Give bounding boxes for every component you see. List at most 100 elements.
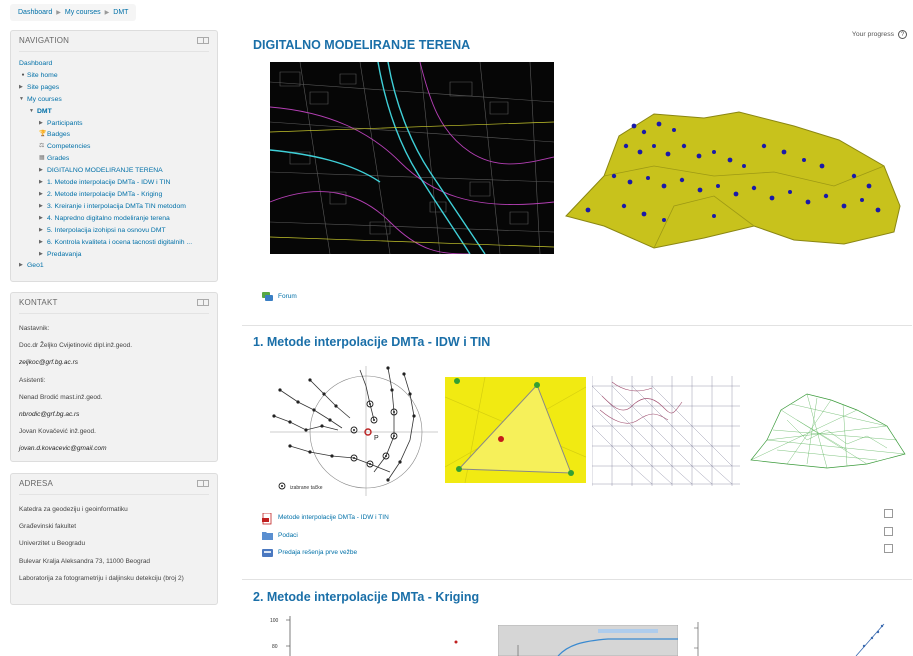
variogram-image (497, 624, 679, 656)
nav-item[interactable]: Dashboard (19, 58, 209, 70)
nav-item[interactable]: 🏆 Badges (19, 129, 209, 141)
nav-item[interactable]: ▦ Grades (19, 153, 209, 165)
block-dock-icon[interactable] (197, 480, 209, 487)
contact-text: Nenad Brodić mast.inž.geod. (19, 393, 103, 401)
forum-activity[interactable]: Forum (262, 292, 297, 301)
nav-item[interactable]: ● Site home (19, 70, 209, 82)
collapse-arrow-icon: ▼ (19, 95, 24, 102)
terrain-3d-image (564, 106, 904, 254)
nav-item-label[interactable]: 5. Interpolacija izohipsi na osnovu DMT (47, 225, 166, 237)
nav-item[interactable]: ▶ 3. Kreiranje i interpolacija DMTa TIN m… (19, 201, 209, 213)
nav-item-label[interactable]: 3. Kreiranje i interpolacija DMTa TIN me… (47, 201, 186, 213)
activity-label[interactable]: Podaci (278, 532, 298, 539)
nav-item[interactable]: ▶ Geo1 (19, 260, 209, 272)
breadcrumb-separator-icon: ▶ (56, 10, 61, 16)
nav-item-label[interactable]: 6. Kontrola kvaliteta i ocena tacnosti d… (47, 237, 192, 249)
nav-item-label[interactable]: Site home (27, 70, 58, 82)
nav-item-label[interactable]: DMT (37, 106, 52, 118)
nav-item[interactable]: ▶ 2. Metode interpolacije DMTa - Kriging (19, 189, 209, 201)
expand-arrow-icon: ▶ (39, 190, 43, 197)
activity-assignment[interactable]: Predaja rešenja prve vežbe (262, 548, 357, 557)
nav-item-label[interactable]: Geo1 (27, 260, 44, 272)
diagram-point-label: P (374, 435, 379, 442)
contact-email[interactable]: nbrodic@grf.bg.ac.rs (19, 406, 209, 423)
nav-item-label[interactable]: 4. Napredno digitalno modeliranje terena (47, 213, 170, 225)
idw-diagram-image: P izabrane tačke (270, 360, 438, 496)
course-main-region: Your progress ? DIGITALNO MODELIRANJE TE… (242, 0, 913, 656)
diagram-legend-label: izabrane tačke (290, 485, 323, 491)
expand-arrow-icon: ▶ (39, 202, 43, 209)
nav-item[interactable]: ▶ 6. Kontrola kvaliteta i ocena tacnosti … (19, 237, 209, 249)
forum-label[interactable]: Forum (278, 293, 297, 300)
nav-item[interactable]: ▶ Participants (19, 118, 209, 130)
nav-item[interactable]: ▼ DMT (19, 106, 209, 118)
help-icon[interactable]: ? (898, 30, 907, 39)
expand-arrow-icon: ▶ (39, 238, 43, 245)
block-dock-icon[interactable] (197, 299, 209, 306)
nav-item-label[interactable]: Site pages (27, 82, 59, 94)
contact-text: Nastavnik: (19, 325, 50, 332)
forum-icon (262, 292, 273, 301)
kontakt-block-title: KONTAKT (19, 298, 58, 307)
nav-item-label[interactable]: Dashboard (19, 58, 52, 70)
nav-item[interactable]: ▶ 5. Interpolacija izohipsi na osnovu DMT (19, 225, 209, 237)
activity-label[interactable]: Predaja rešenja prve vežbe (278, 549, 357, 556)
navigation-block: NAVIGATION Dashboard ● Site home ▶ Site page… (10, 30, 218, 282)
nav-item-label[interactable]: Badges (47, 129, 70, 141)
nav-item[interactable]: ▶ DIGITALNO MODELIRANJE TERENA (19, 165, 209, 177)
scatter-plot-image (686, 618, 913, 656)
nav-item-label[interactable]: Participants (47, 118, 83, 130)
expand-arrow-icon: ▶ (19, 83, 23, 90)
nav-item-label[interactable]: 2. Metode interpolacije DMTa - Kriging (47, 189, 162, 201)
block-dock-icon[interactable] (197, 37, 209, 44)
nav-item[interactable]: ▶ 1. Metode interpolacije DMTa - IDW i TI… (19, 177, 209, 189)
contact-email[interactable]: jovan.d.kovacevic@gmail.com (19, 440, 209, 457)
contact-text: Asistenti: (19, 376, 46, 384)
navigation-block-title: NAVIGATION (19, 36, 70, 45)
breadcrumb-dashboard[interactable]: Dashboard (18, 9, 52, 16)
expand-arrow-icon: ▶ (39, 226, 43, 233)
pdf-icon (262, 512, 273, 525)
kontakt-block-header: KONTAKT (19, 298, 209, 314)
kontakt-content: Nastavnik: Doc.dr Željko Cvijetinović dip… (19, 320, 209, 458)
nav-item-label[interactable]: DIGITALNO MODELIRANJE TERENA (47, 165, 163, 177)
your-progress: Your progress ? (852, 30, 907, 39)
breadcrumb-my-courses[interactable]: My courses (65, 9, 101, 16)
address-line: Univerzitet u Beogradu (19, 540, 86, 548)
completion-checkbox[interactable] (884, 527, 893, 536)
activity-pdf[interactable]: Metode interpolacije DMTa - IDW i TIN (262, 512, 389, 525)
contact-email[interactable]: zeljkoc@grf.bg.ac.rs (19, 354, 209, 371)
folder-icon (262, 531, 273, 540)
adresa-block: ADRESA Katedra za geodeziju i geoinforma… (10, 473, 218, 605)
expand-arrow-icon: ▶ (39, 250, 43, 257)
nav-item[interactable]: ▶ 4. Napredno digitalno modeliranje teren… (19, 213, 209, 225)
badge-icon: 🏆 (39, 131, 47, 138)
activity-label[interactable]: Metode interpolacije DMTa - IDW i TIN (278, 514, 389, 521)
completion-checkbox[interactable] (884, 544, 893, 553)
progress-label: Your progress (851, 31, 894, 38)
nav-item-label[interactable]: Competencies (47, 141, 90, 153)
section-1-title[interactable]: 1. Metode interpolacije DMTa - IDW i TIN (253, 335, 490, 349)
expand-arrow-icon: ▶ (39, 214, 43, 221)
nav-item[interactable]: ▼ My courses (19, 94, 209, 106)
completion-checkbox[interactable] (884, 509, 893, 518)
contact-text: Jovan Kovačević inž.geod. (19, 428, 96, 436)
adresa-block-title: ADRESA (19, 479, 54, 488)
expand-arrow-icon: ▶ (19, 262, 23, 269)
nav-item-label[interactable]: Predavanja (47, 249, 81, 261)
nav-item-label[interactable]: Grades (47, 153, 69, 165)
activity-folder[interactable]: Podaci (262, 531, 298, 540)
address-line: Laboratorija za fotogrametriju i daljins… (19, 574, 184, 582)
contact-text: Doc.dr Željko Cvijetinović dipl.inž.geod… (19, 342, 133, 350)
section-2-title[interactable]: 2. Metode interpolacije DMTa - Kriging (253, 590, 479, 604)
nav-item-label[interactable]: 1. Metode interpolacije DMTa - IDW i TIN (47, 177, 170, 189)
nav-item[interactable]: ▶ Predavanja (19, 249, 209, 261)
adresa-content: Katedra za geodeziju i geoinformatiku Gra… (19, 501, 209, 587)
navigation-tree: Dashboard ● Site home ▶ Site pages ▼ My course… (19, 58, 209, 272)
breadcrumb-dmt[interactable]: DMT (113, 9, 128, 16)
nav-item[interactable]: ⚖ Competencies (19, 141, 209, 153)
section-0-title[interactable]: DIGITALNO MODELIRANJE TERENA (253, 38, 470, 52)
nav-item[interactable]: ▶ Site pages (19, 82, 209, 94)
cad-map-image (269, 61, 555, 255)
nav-item-label[interactable]: My courses (27, 94, 62, 106)
